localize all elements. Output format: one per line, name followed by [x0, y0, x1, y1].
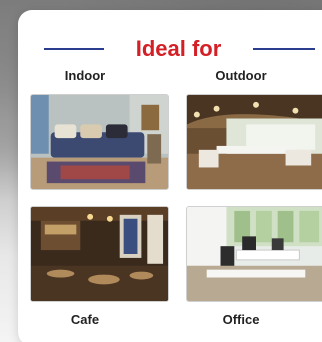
- category-label-office: Office: [222, 312, 260, 327]
- category-image-cafe[interactable]: [30, 206, 169, 302]
- category-label-indoor: Indoor: [64, 68, 106, 83]
- category-label-cafe: Cafe: [70, 312, 100, 327]
- heading-rule-right: [253, 48, 315, 50]
- office-workspace-image: [187, 207, 322, 301]
- section-title: Ideal for: [135, 36, 222, 61]
- category-image-indoor[interactable]: [30, 94, 169, 190]
- cafe-interior-image: [31, 207, 168, 301]
- heading-row: Ideal for: [18, 34, 322, 64]
- heading-rule-left: [44, 48, 104, 50]
- ideal-for-card: Ideal for Indoor Outdoor Cafe Office: [18, 10, 322, 342]
- category-image-outdoor[interactable]: [186, 94, 322, 190]
- category-image-office[interactable]: [186, 206, 322, 302]
- indoor-living-room-image: [31, 95, 168, 189]
- category-label-outdoor: Outdoor: [215, 68, 267, 83]
- outdoor-dining-image: [187, 95, 322, 189]
